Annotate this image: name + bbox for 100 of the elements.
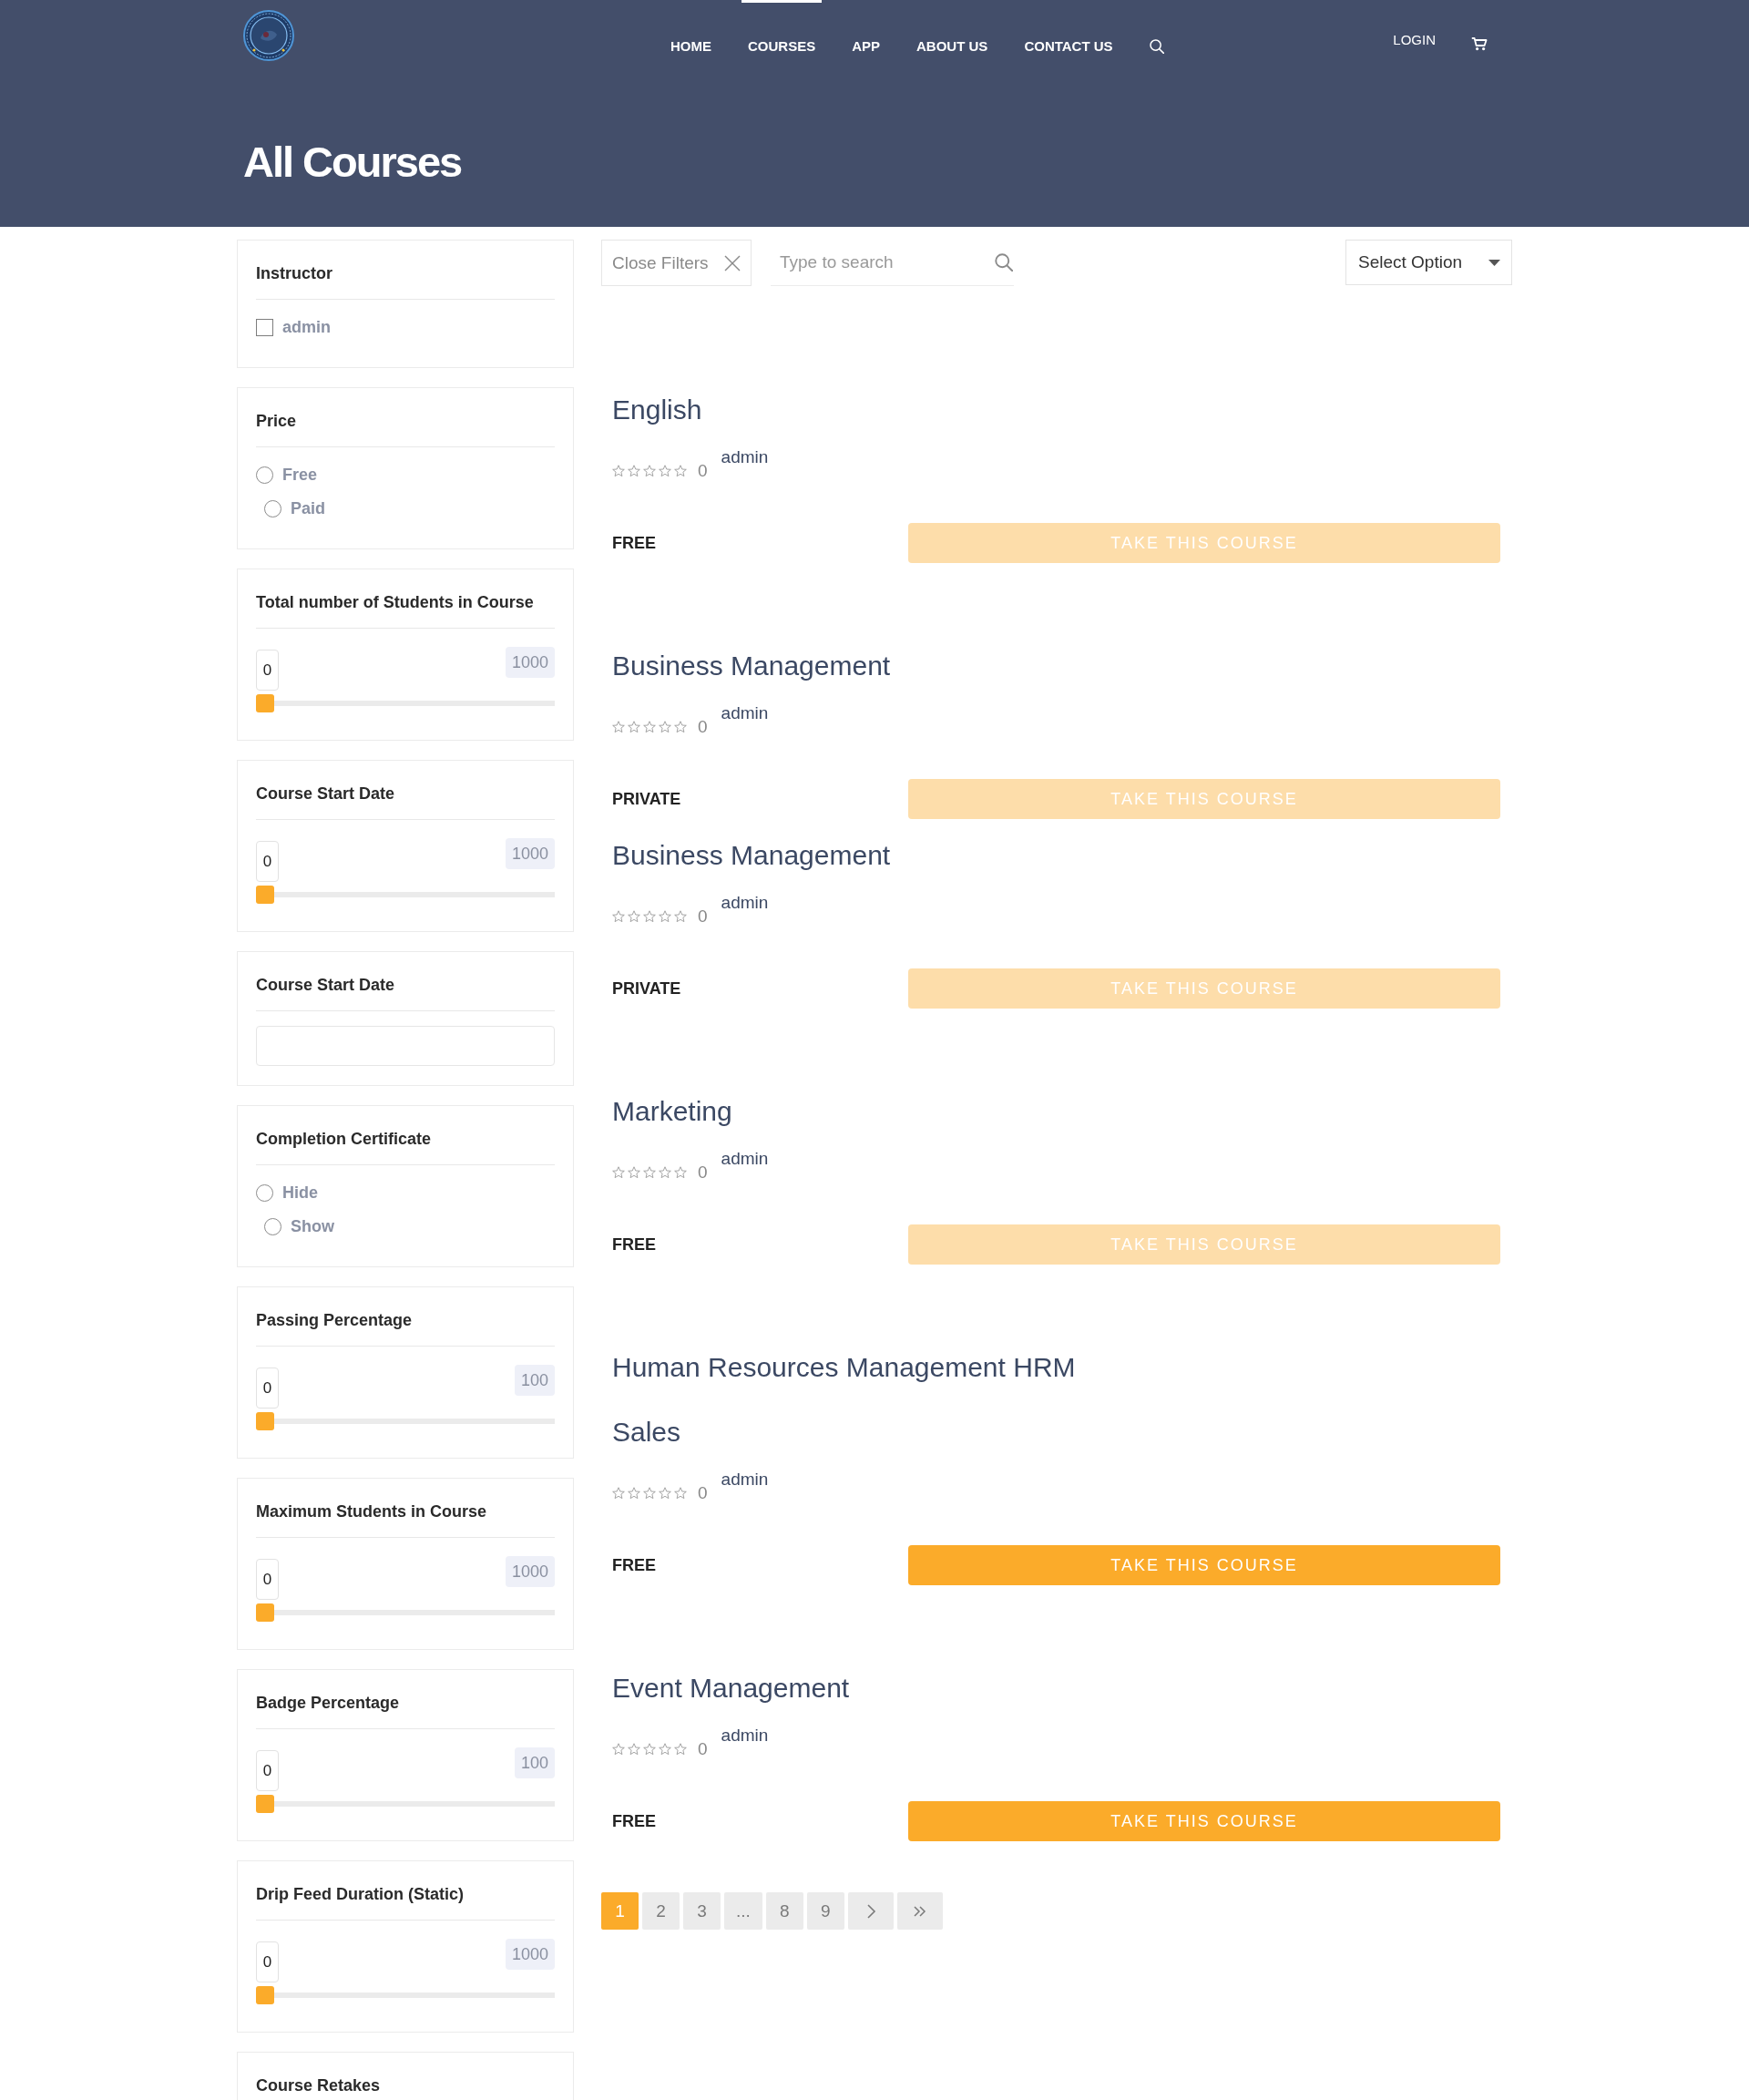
slider-handle[interactable] [256, 1412, 274, 1430]
course-title[interactable]: Event Management [612, 1670, 850, 1706]
min-value-field[interactable]: 0 [256, 650, 279, 691]
course-title[interactable]: Sales [612, 1414, 681, 1450]
max-value-label: 1000 [505, 647, 555, 678]
filter-title: Completion Certificate [256, 1124, 555, 1165]
nav-link[interactable]: APP [845, 0, 887, 55]
course-price: PRIVATE [612, 978, 681, 999]
close-filters-button[interactable]: Close Filters [601, 240, 752, 286]
course-price: FREE [612, 1811, 656, 1831]
filter-title: Total number of Students in Course [256, 588, 555, 629]
next-page-button[interactable] [847, 1892, 894, 1930]
instructor-name: admin [721, 702, 769, 724]
page-link[interactable]: 2 [642, 1892, 680, 1930]
page-link[interactable]: 3 [683, 1892, 721, 1930]
rating-count: 0 [698, 1162, 708, 1183]
star-icon [643, 1487, 656, 1500]
filter-title: Course Start Date [256, 779, 555, 820]
course-title[interactable]: Business Management [612, 648, 891, 684]
min-value-field[interactable]: 0 [256, 1559, 279, 1600]
star-icon [674, 1166, 687, 1179]
slider-handle[interactable] [256, 1603, 274, 1622]
course-price: FREE [612, 533, 656, 553]
star-icon [674, 910, 687, 923]
cart-icon[interactable] [1471, 36, 1488, 51]
filter-title: Course Start Date [256, 970, 555, 1011]
slider-handle[interactable] [256, 1795, 274, 1813]
star-icon [643, 721, 656, 733]
max-value-label: 100 [514, 1365, 555, 1396]
slider-handle[interactable] [256, 694, 274, 712]
filter-title: Badge Percentage [256, 1688, 555, 1729]
instructor-name: admin [721, 1725, 769, 1747]
star-icon [628, 721, 640, 733]
star-icon [628, 1166, 640, 1179]
instructor-name: admin [721, 1148, 769, 1170]
nav-link[interactable]: ABOUT US [910, 0, 995, 55]
radio-button[interactable] [264, 1217, 281, 1235]
sort-dropdown[interactable]: Select Option [1345, 240, 1512, 285]
star-icon [612, 1166, 625, 1179]
double-chevron-right-icon [913, 1903, 926, 1919]
slider-handle[interactable] [256, 886, 274, 904]
site-logo[interactable] [243, 10, 294, 61]
max-value-label: 100 [514, 1747, 555, 1778]
page-link[interactable]: 9 [806, 1892, 844, 1930]
rating-count: 0 [698, 1738, 708, 1760]
star-icon [674, 1743, 687, 1756]
caret-icon [1488, 259, 1500, 266]
min-value-field[interactable]: 0 [256, 1941, 279, 1982]
max-value-label: 1000 [505, 1556, 555, 1587]
star-icon [659, 465, 671, 477]
star-icon [612, 721, 625, 733]
search-field[interactable]: Type to search [780, 249, 989, 276]
filter-title: Instructor [256, 259, 555, 300]
radio-button[interactable] [256, 466, 273, 484]
star-icon [628, 465, 640, 477]
max-value-label: 1000 [505, 1939, 555, 1970]
date-field[interactable] [256, 1026, 555, 1066]
star-icon [628, 910, 640, 923]
star-icon [659, 1166, 671, 1179]
instructor-name: admin [721, 892, 769, 914]
star-icon [659, 721, 671, 733]
min-value-field[interactable]: 0 [256, 1750, 279, 1791]
star-icon [659, 910, 671, 923]
search-icon[interactable] [1149, 39, 1164, 54]
rating-count: 0 [698, 716, 708, 738]
star-icon [643, 1743, 656, 1756]
nav-link[interactable]: HOME [664, 0, 718, 55]
star-icon [674, 465, 687, 477]
course-title[interactable]: English [612, 392, 702, 428]
star-icon [612, 1487, 625, 1500]
rating-count: 0 [698, 906, 708, 927]
star-icon [612, 910, 625, 923]
login-link[interactable]: LOGIN [1393, 32, 1436, 48]
star-icon [628, 1487, 640, 1500]
rating-count: 0 [698, 1482, 708, 1504]
course-price: PRIVATE [612, 789, 681, 809]
page-link[interactable]: 8 [765, 1892, 803, 1930]
filter-title: Maximum Students in Course [256, 1497, 555, 1538]
star-icon [643, 910, 656, 923]
min-value-field[interactable]: 0 [256, 841, 279, 882]
filter-title: Drip Feed Duration (Static) [256, 1880, 555, 1921]
radio-button[interactable] [264, 499, 281, 517]
filter-title: Price [256, 406, 555, 447]
star-icon [612, 1743, 625, 1756]
search-icon[interactable] [995, 253, 1013, 271]
nav-link[interactable]: CONTACT US [1018, 0, 1120, 55]
last-page-button[interactable] [896, 1892, 943, 1930]
star-icon [612, 465, 625, 477]
max-value-label: 1000 [505, 838, 555, 869]
course-title[interactable]: Marketing [612, 1093, 732, 1130]
course-title[interactable]: Business Management [612, 837, 891, 874]
page-ellipsis[interactable]: ... [724, 1892, 762, 1930]
star-icon [643, 465, 656, 477]
radio-button[interactable] [256, 1183, 273, 1202]
nav-link[interactable]: COURSES [742, 0, 823, 55]
min-value-field[interactable]: 0 [256, 1368, 279, 1409]
slider-handle[interactable] [256, 1986, 274, 2004]
checkbox[interactable] [256, 318, 273, 336]
star-icon [628, 1743, 640, 1756]
course-title[interactable]: Human Resources Management HRM [612, 1349, 1076, 1386]
